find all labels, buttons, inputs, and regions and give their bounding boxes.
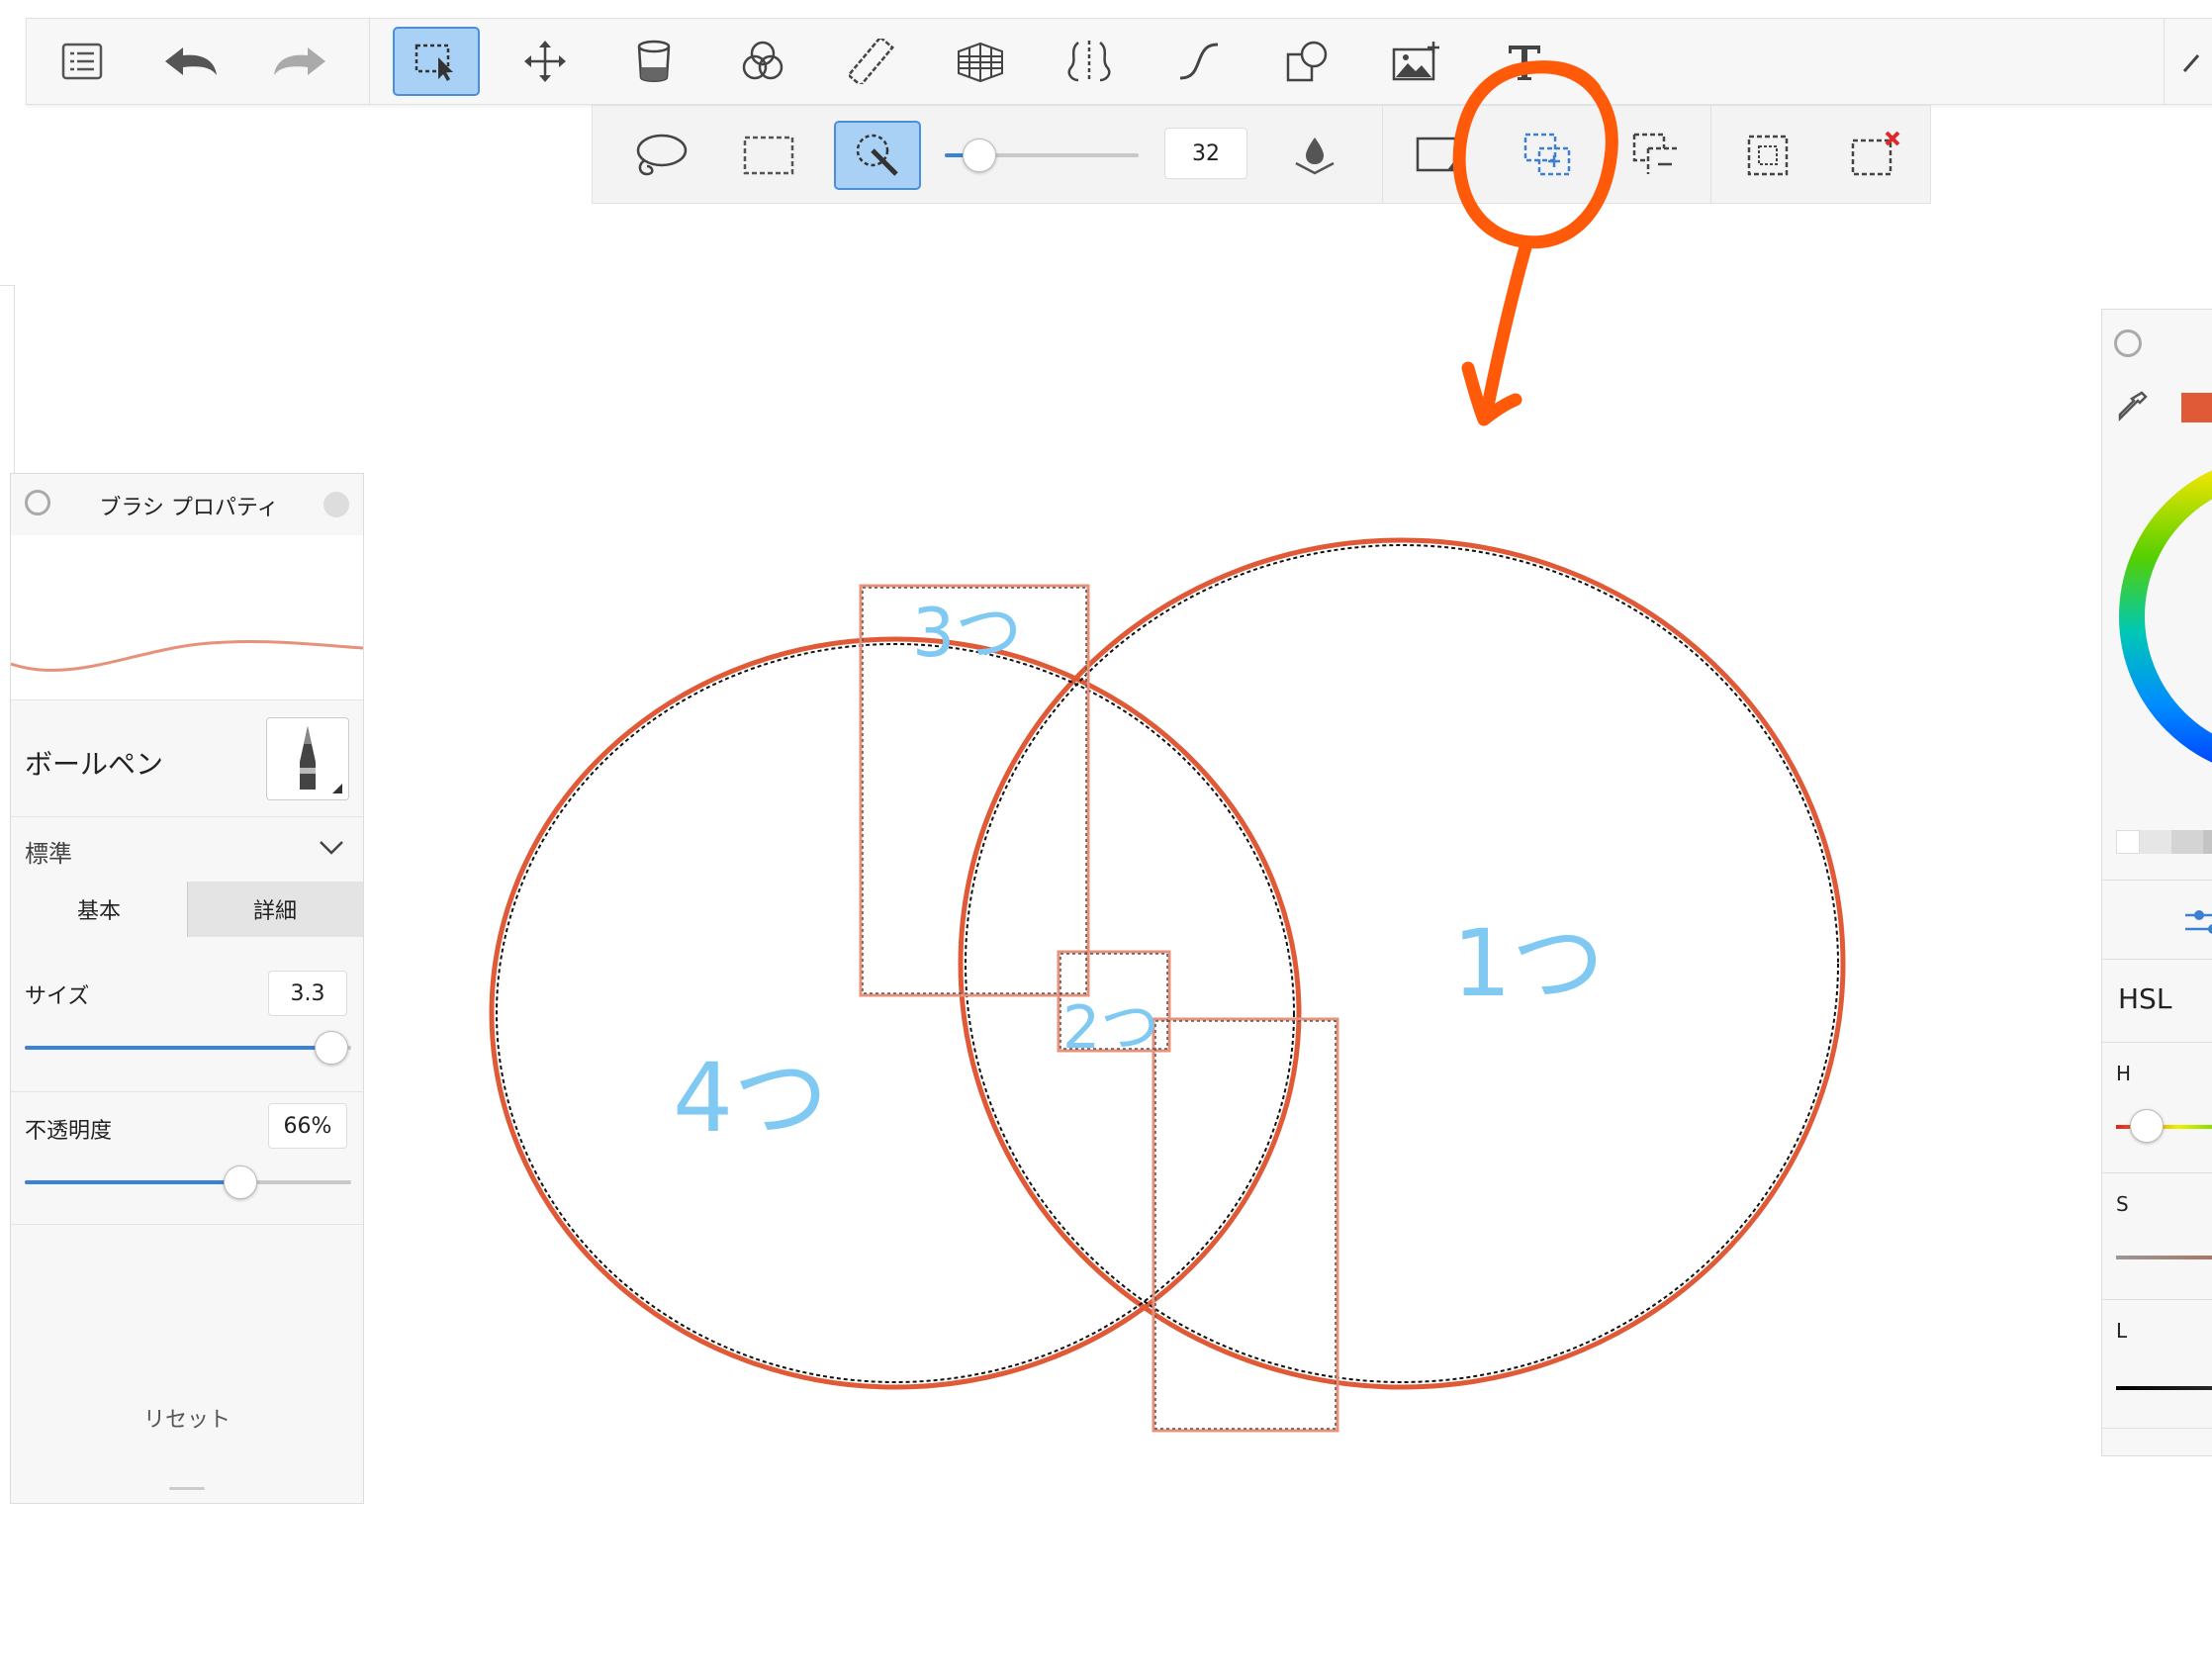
- saturation-label: S: [2116, 1192, 2129, 1216]
- hue-label: H: [2116, 1062, 2132, 1085]
- size-label: サイズ: [25, 984, 90, 1009]
- color-panel: HSL H S L: [2101, 309, 2212, 1456]
- selection-rect-tall: [1152, 1017, 1339, 1433]
- size-slider[interactable]: [25, 1031, 351, 1065]
- opacity-label: 不透明度: [25, 1119, 113, 1144]
- highlight-arrow: [1479, 240, 1532, 422]
- brush-selector[interactable]: ボールペン: [11, 699, 363, 817]
- panel-close-icon[interactable]: [323, 492, 349, 517]
- size-row: サイズ 3.3: [11, 959, 363, 1092]
- panel-pin-icon[interactable]: [25, 490, 50, 515]
- current-color-swatch[interactable]: [2181, 393, 2212, 422]
- brush-properties-panel: ブラシ プロパティ ボールペン 標準 基本 詳細 サイズ 3.3 不透明度 66…: [10, 473, 364, 1504]
- panel-header: ブラシ プロパティ: [11, 474, 363, 536]
- panel-resize-handle[interactable]: [169, 1487, 205, 1490]
- saturation-slider[interactable]: [2116, 1256, 2212, 1259]
- annotation-4: 4つ: [673, 1043, 829, 1154]
- panel-title: ブラシ プロパティ: [99, 496, 279, 520]
- tab-bar: 基本 詳細: [11, 882, 363, 937]
- circle-left: [489, 636, 1302, 1390]
- opacity-value[interactable]: 66%: [268, 1103, 347, 1149]
- eyedropper-icon[interactable]: [2116, 389, 2150, 422]
- tab-detail[interactable]: 詳細: [187, 882, 363, 937]
- lightness-slider[interactable]: [2116, 1386, 2212, 1390]
- annotation-1: 1つ: [1452, 910, 1605, 1018]
- ballpoint-pen-icon[interactable]: [266, 717, 349, 800]
- recent-colors[interactable]: [2116, 830, 2212, 854]
- annotation-2: 2つ: [1062, 993, 1160, 1063]
- brush-stroke-preview: [10, 535, 364, 700]
- blend-mode-dropdown[interactable]: 標準: [11, 816, 363, 883]
- sliders-icon[interactable]: [2185, 903, 2212, 939]
- tab-basic[interactable]: 基本: [11, 882, 188, 937]
- color-wheel[interactable]: [2112, 458, 2212, 775]
- blend-mode-value: 標準: [25, 840, 72, 868]
- lightness-label: L: [2116, 1319, 2128, 1343]
- hue-slider-thumb[interactable]: [2130, 1109, 2164, 1143]
- brush-name: ボールペン: [25, 748, 164, 781]
- panel-pin-icon[interactable]: [2114, 329, 2142, 357]
- opacity-slider[interactable]: [25, 1165, 351, 1199]
- color-model-label[interactable]: HSL: [2118, 982, 2171, 1015]
- left-edge-panel: [0, 285, 15, 504]
- annotation-3: 3つ: [912, 595, 1023, 673]
- chevron-down-icon: [320, 841, 343, 855]
- reset-button[interactable]: リセット: [11, 1402, 363, 1434]
- size-value[interactable]: 3.3: [268, 971, 347, 1016]
- opacity-row: 不透明度 66%: [11, 1091, 363, 1225]
- highlight-circle: [1452, 60, 1618, 249]
